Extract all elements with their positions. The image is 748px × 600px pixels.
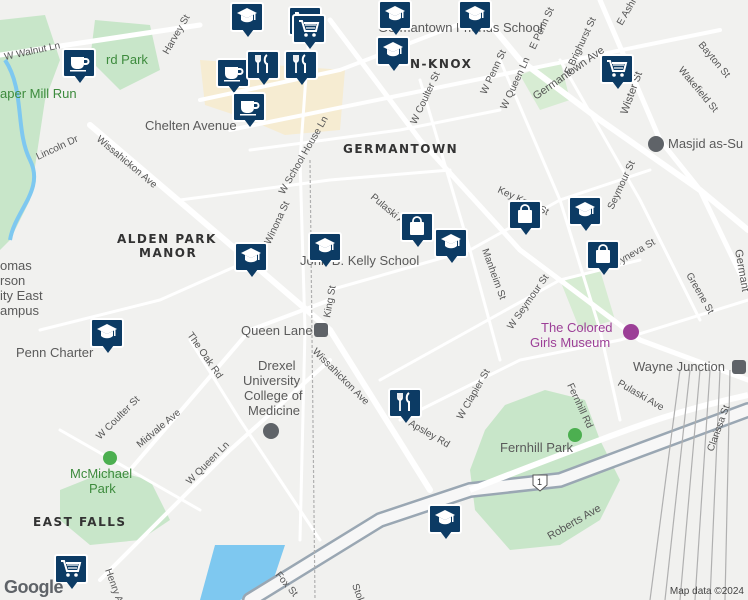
park-icon [103,451,117,465]
place-colored-girls-museum-line1: The Colored [541,320,613,335]
place-paper-mill-run: aper Mill Run [0,86,77,101]
place-mcmichael-park-line2: Park [89,481,116,496]
map-marker-graduation-cap[interactable] [378,0,412,38]
place-jefferson-line2: rson [0,273,25,288]
place-queen-lane-station: Queen Lane [241,323,313,338]
neighborhood-manor: MANOR [139,246,197,260]
museum-icon [623,324,639,340]
neighborhood-alden-park: ALDEN PARK [117,232,217,246]
map-marker-graduation-cap[interactable] [376,36,410,74]
map-marker-restaurant[interactable] [284,50,318,88]
map-marker-shopping-bag[interactable] [508,200,542,238]
map-marker-graduation-cap[interactable] [458,0,492,38]
place-drexel-line1: Drexel [258,358,296,373]
map-marker-shopping-bag[interactable] [586,240,620,278]
google-logo: Google [4,577,64,597]
park-icon [568,428,582,442]
place-chelten-avenue: Chelten Avenue [145,118,237,133]
place-penn-charter: Penn Charter [16,345,94,360]
place-wayne-junction: Wayne Junction [633,359,725,374]
map-marker-graduation-cap[interactable] [434,228,468,266]
map-marker-coffee-cup[interactable] [216,58,250,96]
map-marker-shopping-bag[interactable] [400,212,434,250]
map-marker-graduation-cap[interactable] [568,196,602,234]
place-jefferson-line1: omas [0,258,32,273]
transit-station-icon [314,323,328,337]
place-drexel-line2: University [243,373,301,388]
place-mcmichael-park-line1: McMichael [70,466,132,481]
map-marker-graduation-cap[interactable] [230,2,264,40]
neighborhood-penn-knox: N-KNOX [410,57,472,71]
map-marker-graduation-cap[interactable] [428,504,462,542]
map-marker-coffee-cup[interactable] [62,48,96,86]
map-marker-restaurant[interactable] [246,50,280,88]
map-marker-shopping-cart[interactable] [292,14,326,52]
place-fernhill-park: Fernhill Park [500,440,573,455]
place-drexel-line3: College of [244,388,303,403]
place-colored-girls-museum-line2: Girls Museum [530,335,610,350]
mosque-icon [648,136,664,152]
place-masjid: Masjid as-Su [668,136,743,151]
place-jefferson-line4: ampus [0,303,40,318]
map-marker-shopping-cart[interactable] [600,54,634,92]
map-marker-graduation-cap[interactable] [234,242,268,280]
neighborhood-germantown: GERMANTOWN [343,142,458,156]
place-drexel-line4: Medicine [248,403,300,418]
map-attribution[interactable]: Map data ©2024 [670,586,744,597]
map-marker-graduation-cap[interactable] [308,232,342,270]
university-icon [263,423,279,439]
route-shield-label: 1 [537,477,542,487]
map-marker-restaurant[interactable] [388,388,422,426]
neighborhood-east-falls: EAST FALLS [33,515,127,529]
map-marker-graduation-cap[interactable] [90,318,124,356]
map-marker-coffee-cup[interactable] [232,92,266,130]
place-jefferson-line3: ity East [0,288,43,303]
map-canvas[interactable]: 1 GERMANTOWN ALDEN PARK MANOR EAST FALLS… [0,0,748,600]
train-station-icon [732,360,746,374]
place-vernon-park: rd Park [106,52,148,67]
